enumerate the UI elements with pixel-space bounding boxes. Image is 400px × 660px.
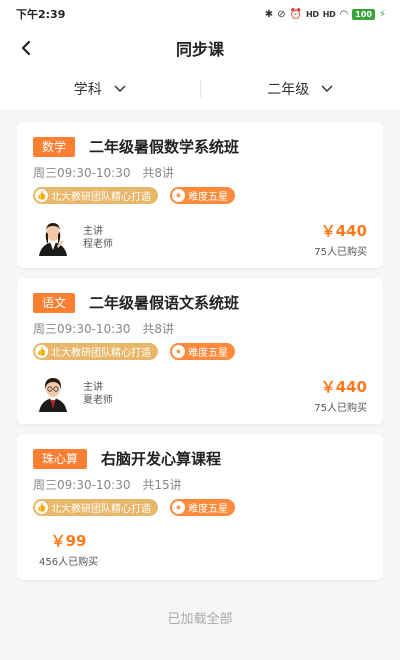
course-header: 珠心算 右脑开发心算课程	[33, 448, 221, 469]
course-price: ￥99	[50, 532, 87, 550]
course-badges: 👍 北大教研团队精心打造 ★ 难度五星	[33, 343, 235, 360]
buyer-count: 75人已购买	[314, 403, 367, 414]
difficulty-badge: ★ 难度五星	[170, 499, 235, 516]
teacher-role: 主讲	[83, 382, 103, 393]
schedule-time: 周三09:30-10:30	[33, 478, 131, 492]
team-badge: 👍 北大教研团队精心打造	[33, 187, 158, 204]
subject-filter-label: 学科	[73, 82, 102, 98]
lesson-count: 共15讲	[142, 478, 182, 492]
signal-icon-2: HD	[322, 9, 336, 19]
signal-icon: HD	[306, 9, 319, 19]
charging-icon: ⚡	[378, 8, 386, 20]
course-card[interactable]: 语文 二年级暑假语文系统班 周三09:30-10:30 共8讲 👍 北大教研团队…	[17, 278, 383, 424]
course-card[interactable]: 珠心算 右脑开发心算课程 周三09:30-10:30 共15讲 👍 北大教研团队…	[17, 434, 383, 580]
subject-filter[interactable]: 学科	[0, 79, 200, 99]
teacher-name: 夏老师	[83, 395, 113, 406]
status-bar: 下午2:39 ✱ ⊘ ⏰ HD HD ◠ 100 ⚡	[0, 0, 400, 28]
buyer-count: 75人已购买	[314, 247, 367, 258]
price-block: ￥99 456人已购买	[39, 530, 98, 568]
course-title: 二年级暑假数学系统班	[89, 138, 240, 156]
course-badges: 👍 北大教研团队精心打造 ★ 难度五星	[33, 499, 235, 516]
buyer-count: 456人已购买	[39, 557, 99, 568]
teacher-avatar	[39, 223, 67, 256]
nav-bar: 同步课	[0, 28, 400, 68]
subject-tag: 语文	[33, 292, 76, 313]
grade-filter[interactable]: 二年级	[201, 79, 400, 99]
status-time: 下午2:39	[16, 8, 66, 21]
course-title: 二年级暑假语文系统班	[89, 294, 240, 312]
course-price: ￥440	[320, 222, 367, 240]
team-badge-label: 北大教研团队精心打造	[51, 192, 151, 203]
alarm-icon: ⏰	[289, 8, 303, 20]
teacher-role: 主讲	[83, 226, 103, 237]
team-badge-label: 北大教研团队精心打造	[51, 504, 151, 515]
filter-bar: 学科 二年级	[0, 68, 400, 110]
schedule-time: 周三09:30-10:30	[33, 322, 131, 336]
status-icons: ✱ ⊘ ⏰ HD HD ◠ 100 ⚡	[264, 8, 386, 20]
teacher-info: 主讲 程老师	[37, 220, 113, 256]
lesson-count: 共8讲	[142, 322, 174, 336]
chevron-down-icon	[321, 85, 333, 93]
difficulty-badge: ★ 难度五星	[170, 187, 235, 204]
difficulty-badge-label: 难度五星	[188, 192, 228, 203]
bluetooth-icon: ✱	[264, 8, 274, 20]
team-badge: 👍 北大教研团队精心打造	[33, 499, 158, 516]
teacher-info: 主讲 夏老师	[37, 376, 113, 412]
back-button[interactable]	[14, 36, 38, 60]
difficulty-badge: ★ 难度五星	[170, 343, 235, 360]
course-price: ￥440	[320, 378, 367, 396]
star-icon: ★	[172, 189, 185, 202]
course-badges: 👍 北大教研团队精心打造 ★ 难度五星	[33, 187, 235, 204]
thumbs-up-icon: 👍	[35, 345, 48, 358]
subject-tag: 珠心算	[33, 448, 88, 469]
teacher-avatar	[39, 378, 67, 412]
teacher-name: 程老师	[83, 239, 113, 250]
star-icon: ★	[172, 501, 185, 514]
course-schedule: 周三09:30-10:30 共8讲	[33, 164, 182, 181]
grade-filter-label: 二年级	[267, 82, 310, 98]
schedule-time: 周三09:30-10:30	[33, 166, 131, 180]
course-title: 右脑开发心算课程	[101, 450, 222, 468]
difficulty-badge-label: 难度五星	[188, 504, 228, 515]
course-schedule: 周三09:30-10:30 共15讲	[33, 476, 190, 493]
chevron-down-icon	[114, 85, 126, 93]
subject-tag: 数学	[33, 136, 76, 157]
price-block: ￥440 75人已购买	[314, 220, 367, 258]
wifi-icon: ◠	[339, 8, 349, 20]
course-schedule: 周三09:30-10:30 共8讲	[33, 320, 182, 337]
thumbs-up-icon: 👍	[35, 501, 48, 514]
page-title: 同步课	[175, 40, 224, 59]
back-arrow-icon	[21, 40, 31, 56]
lesson-count: 共8讲	[142, 166, 174, 180]
team-badge-label: 北大教研团队精心打造	[51, 348, 151, 359]
course-header: 语文 二年级暑假语文系统班	[33, 292, 239, 313]
star-icon: ★	[172, 345, 185, 358]
mute-icon: ⊘	[277, 8, 286, 20]
difficulty-badge-label: 难度五星	[188, 348, 228, 359]
team-badge: 👍 北大教研团队精心打造	[33, 343, 158, 360]
thumbs-up-icon: 👍	[35, 189, 48, 202]
battery-icon: 100	[352, 8, 375, 20]
price-block: ￥440 75人已购买	[314, 376, 367, 414]
load-complete-text: 已加载全部	[167, 612, 233, 627]
course-header: 数学 二年级暑假数学系统班	[33, 136, 239, 157]
course-card[interactable]: 数学 二年级暑假数学系统班 周三09:30-10:30 共8讲 👍 北大教研团队…	[17, 122, 383, 268]
